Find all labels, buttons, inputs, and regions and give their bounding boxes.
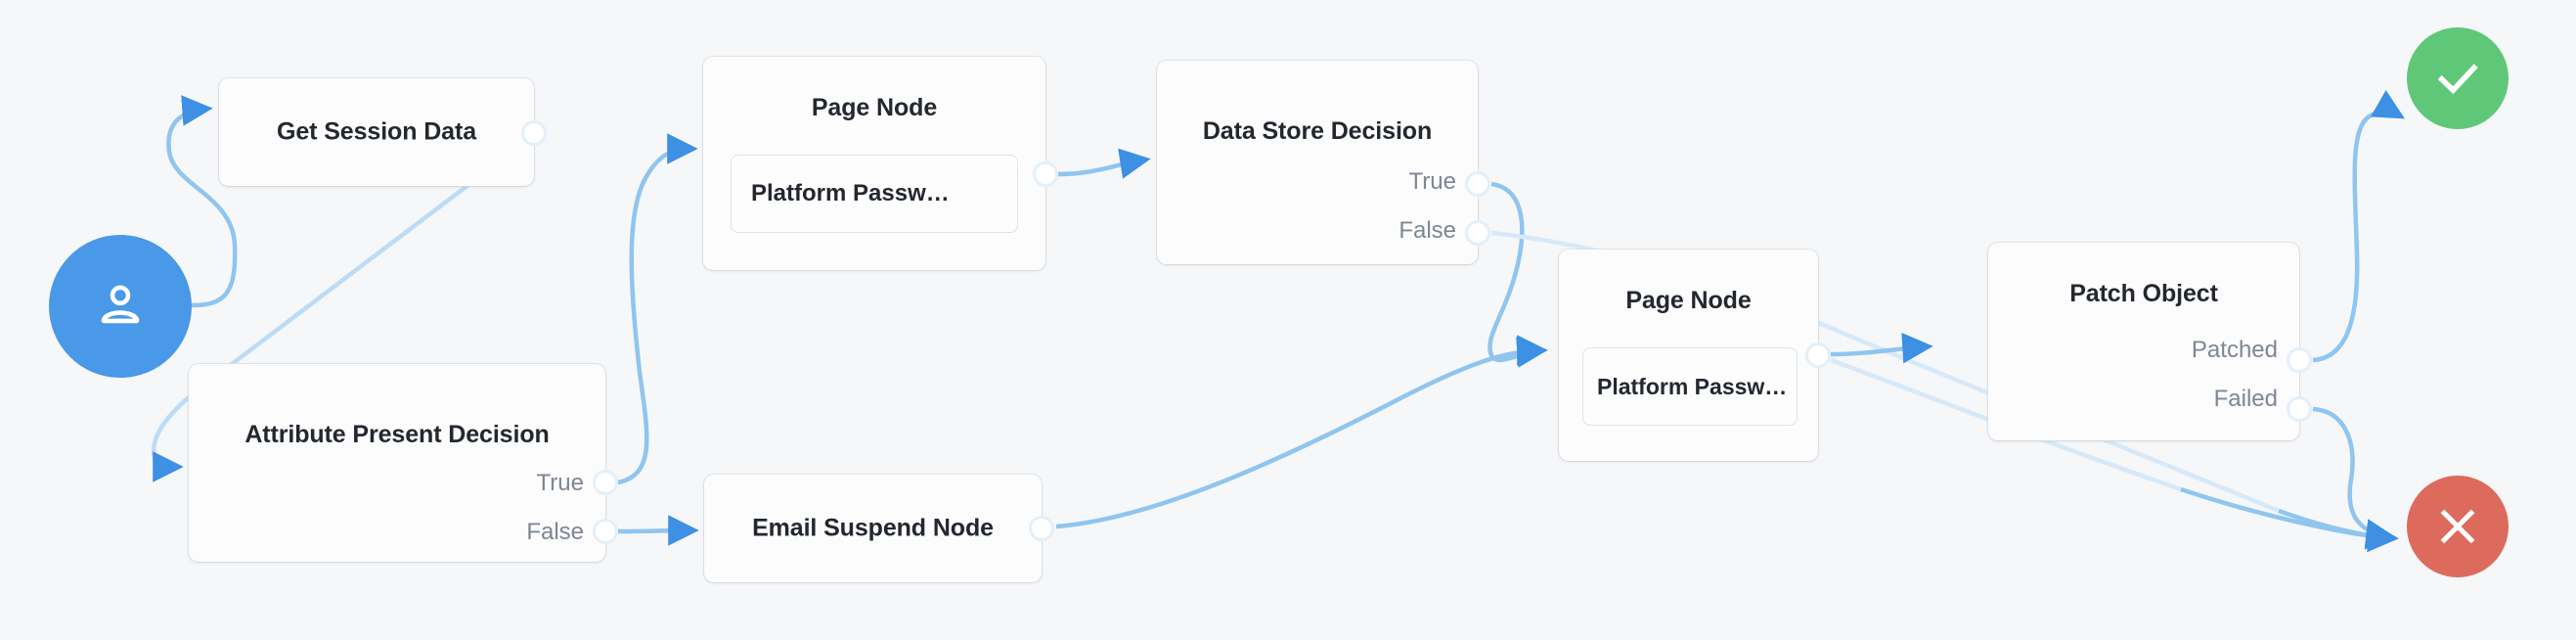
outcome-label-failed: Failed: [2214, 386, 2278, 413]
port-page-node-2-out[interactable]: [1805, 343, 1831, 368]
node-title: Page Node: [1559, 287, 1818, 315]
page-node-2-field-label: Platform Passw…: [1583, 374, 1787, 400]
port-email-suspend-node-out[interactable]: [1029, 516, 1054, 541]
outcome-label-false: False: [526, 519, 584, 546]
edge-page-node-2-to-patch-object: [1831, 346, 1929, 354]
node-get-session-data[interactable]: Get Session Data: [219, 78, 534, 186]
node-title: Page Node: [703, 94, 1045, 122]
port-data-store-decision-false[interactable]: [1465, 220, 1490, 246]
port-attribute-present-decision-true[interactable]: [593, 470, 618, 495]
port-patch-object-failed[interactable]: [2287, 396, 2312, 422]
edge-patch-object-patched-to-success-terminal: [2313, 112, 2401, 360]
node-page-node-1[interactable]: Page Node Platform Passw…: [703, 57, 1045, 270]
user-icon: [92, 276, 149, 338]
port-get-session-data-out[interactable]: [521, 120, 547, 146]
port-attribute-present-decision-false[interactable]: [593, 519, 618, 544]
outcome-label-false: False: [1399, 217, 1456, 245]
edge-attribute-false-to-email-suspend-node: [618, 530, 694, 531]
outcome-label-patched: Patched: [2192, 337, 2278, 364]
page-node-2-field[interactable]: Platform Passw…: [1582, 347, 1798, 426]
failure-terminal[interactable]: [2407, 476, 2509, 577]
edge-attribute-true-to-page-node-1: [618, 149, 693, 482]
outcome-label-true: True: [1409, 168, 1456, 196]
port-data-store-decision-true[interactable]: [1465, 171, 1490, 197]
edge-data-store-true-to-page-node-2: [1490, 184, 1543, 360]
x-icon: [2432, 501, 2483, 552]
node-page-node-2[interactable]: Page Node Platform Passw…: [1559, 250, 1818, 461]
page-node-1-field-label: Platform Passw…: [732, 180, 950, 207]
port-patch-object-patched[interactable]: [2287, 347, 2312, 373]
node-email-suspend-node[interactable]: Email Suspend Node: [704, 475, 1042, 582]
edge-patch-object-failed-to-failure-terminal: [2313, 409, 2392, 537]
flow-canvas[interactable]: Get Session Data Attribute Present Decis…: [0, 0, 2576, 640]
edge-email-suspend-node-to-page-node-2: [1056, 350, 1543, 526]
node-title: Attribute Present Decision: [189, 421, 605, 449]
outcome-label-true: True: [537, 470, 584, 497]
check-icon: [2430, 51, 2485, 106]
node-attribute-present-decision[interactable]: Attribute Present Decision True False: [189, 364, 605, 562]
node-title: Data Store Decision: [1157, 117, 1478, 146]
node-title: Email Suspend Node: [704, 515, 1042, 542]
page-node-1-field[interactable]: Platform Passw…: [731, 155, 1018, 233]
node-title: Get Session Data: [219, 118, 534, 146]
node-patch-object[interactable]: Patch Object Patched Failed: [1988, 243, 2299, 440]
success-terminal[interactable]: [2407, 27, 2509, 129]
node-data-store-decision[interactable]: Data Store Decision True False: [1157, 61, 1478, 264]
node-title: Patch Object: [1988, 280, 2299, 308]
port-page-node-1-out[interactable]: [1033, 161, 1058, 187]
start-node[interactable]: [49, 235, 192, 378]
edge-page-node-1-to-data-store-decision: [1058, 160, 1146, 174]
